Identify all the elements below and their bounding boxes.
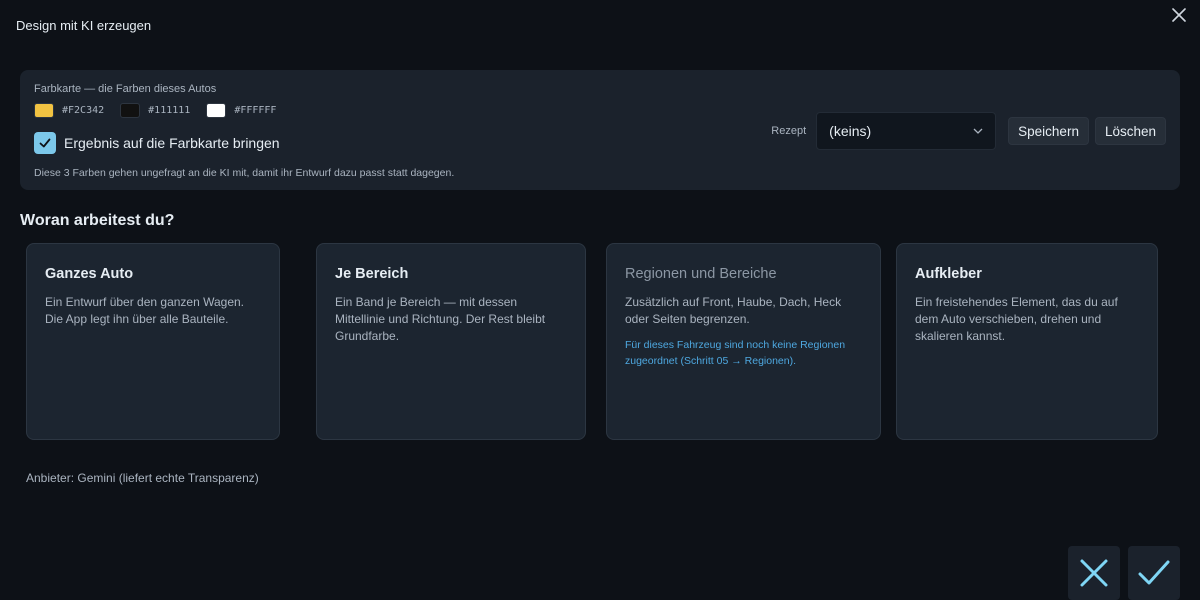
check-icon [1138, 560, 1170, 585]
recipe-select[interactable]: (keins) [816, 112, 997, 150]
swatch-hex: #FFFFFF [234, 105, 277, 116]
palette-hint: Diese 3 Farben gehen ungefragt an die KI… [34, 167, 455, 179]
card-description: Zusätzlich auf Front, Haube, Dach, Heck … [625, 295, 842, 326]
cancel-button[interactable] [1068, 546, 1120, 600]
provider-label: Anbieter: Gemini (liefert echte Transpar… [26, 471, 259, 485]
section-title: Woran arbeitest du? [20, 212, 175, 229]
apply-palette-checkbox[interactable] [34, 132, 56, 154]
recipe-label: Rezept [771, 125, 807, 137]
card-title: Aufkleber [915, 266, 982, 282]
dialog-title: Design mit KI erzeugen [16, 18, 152, 33]
color-swatch [34, 103, 54, 118]
close-icon [1080, 559, 1108, 587]
close-icon[interactable] [1172, 8, 1186, 22]
card-title: Je Bereich [335, 266, 409, 282]
palette-panel: Farbkarte — die Farben dieses Autos #F2C… [20, 70, 1180, 190]
color-swatch [206, 103, 227, 118]
card-sticker[interactable]: Aufkleber Ein freistehendes Element, das… [896, 243, 1158, 440]
chevron-down-icon [973, 128, 983, 134]
card-title: Regionen und Bereiche [625, 266, 777, 282]
recipe-controls: Rezept (keins) Speichern Löschen [771, 112, 1166, 150]
swatch-item: #FFFFFF [206, 103, 276, 118]
card-title: Ganzes Auto [45, 266, 134, 282]
save-recipe-button[interactable]: Speichern [1008, 117, 1089, 145]
swatch-hex: #F2C342 [62, 105, 105, 116]
color-swatch [120, 103, 141, 118]
card-per-area[interactable]: Je Bereich Ein Band je Bereich — mit des… [316, 243, 586, 440]
card-note: Für dieses Fahrzeug sind noch keine Regi… [625, 339, 846, 367]
confirm-button[interactable] [1128, 546, 1180, 600]
card-description: Ein freistehendes Element, das du auf de… [915, 295, 1118, 343]
card-description: Ein Entwurf über den ganzen Wagen. Die A… [45, 295, 245, 326]
swatch-hex: #111111 [148, 105, 191, 116]
swatch-item: #111111 [120, 103, 190, 118]
apply-palette-label[interactable]: Ergebnis auf die Farbkarte bringen [64, 135, 280, 151]
check-icon [39, 138, 51, 148]
swatch-list: #F2C342 #111111 #FFFFFF [34, 103, 292, 118]
card-regions[interactable]: Regionen und Bereiche Zusätzlich auf Fro… [606, 243, 881, 440]
swatch-item: #F2C342 [34, 103, 104, 118]
card-whole-car[interactable]: Ganzes Auto Ein Entwurf über den ganzen … [26, 243, 280, 440]
apply-palette-row[interactable]: Ergebnis auf die Farbkarte bringen [34, 132, 280, 154]
recipe-selected-value: (keins) [829, 123, 872, 139]
palette-heading: Farbkarte — die Farben dieses Autos [34, 83, 217, 95]
delete-recipe-button[interactable]: Löschen [1094, 117, 1166, 145]
card-description: Ein Band je Bereich — mit dessen Mittell… [335, 295, 546, 343]
